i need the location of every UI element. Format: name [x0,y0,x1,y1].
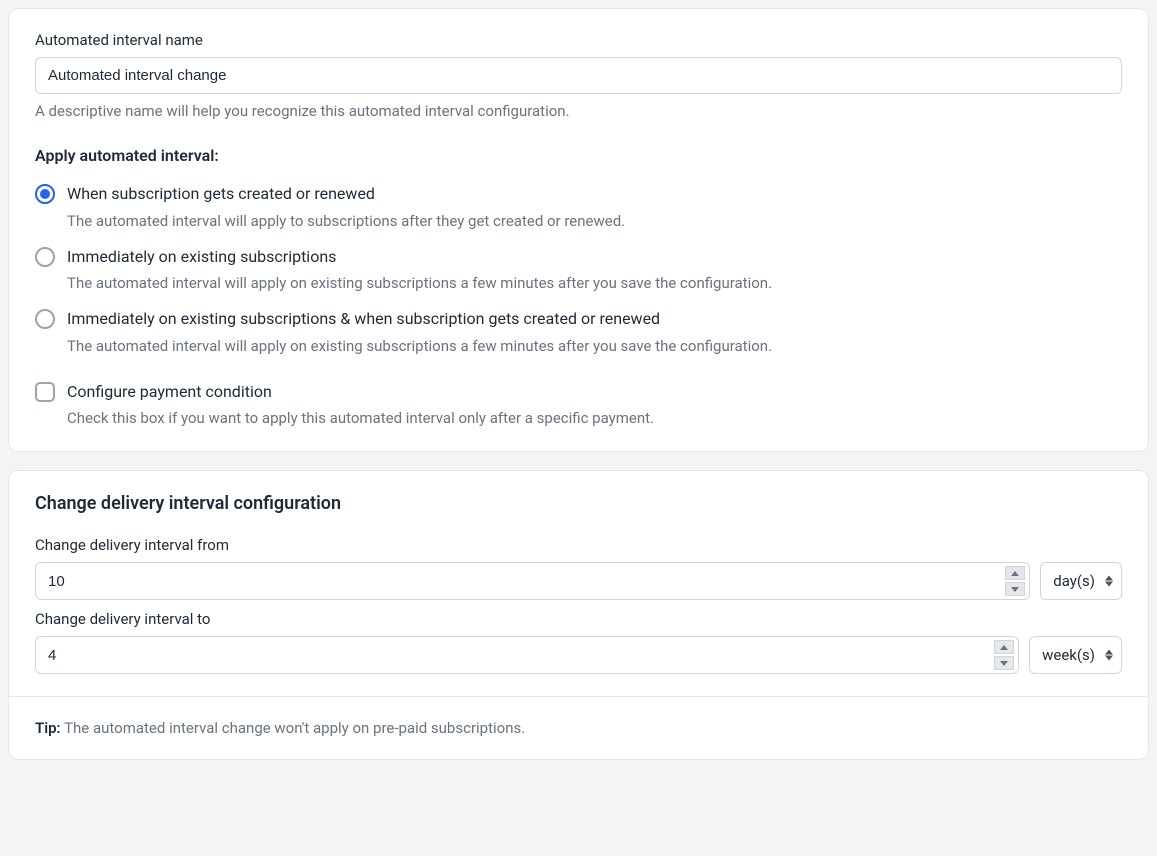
interval-name-label: Automated interval name [35,31,1122,49]
tip-label: Tip: [35,719,61,737]
tip-section: Tip: The automated interval change won't… [9,696,1148,759]
change-from-input-wrap [35,562,1030,600]
apply-option-desc: The automated interval will apply to sub… [67,211,1122,232]
spinner-down-icon[interactable] [1005,582,1025,596]
change-from-spinners [1005,566,1025,596]
change-from-label: Change delivery interval from [35,536,1122,554]
spinner-down-icon[interactable] [994,656,1014,670]
change-to-unit-select[interactable]: week(s) [1029,636,1122,674]
spinner-up-icon[interactable] [994,640,1014,654]
change-from-unit-select[interactable]: day(s) [1040,562,1122,600]
apply-option-created-renewed[interactable]: When subscription gets created or renewe… [35,183,1122,232]
change-interval-card: Change delivery interval configuration C… [8,470,1149,760]
apply-option-both[interactable]: Immediately on existing subscriptions & … [35,308,1122,357]
radio-both[interactable] [35,309,55,329]
apply-option-existing[interactable]: Immediately on existing subscriptions Th… [35,246,1122,295]
apply-options: When subscription gets created or renewe… [35,183,1122,357]
radio-existing[interactable] [35,247,55,267]
payment-condition-desc: Check this box if you want to apply this… [67,408,1122,429]
select-caret-icon [1105,650,1113,661]
change-to-spinners [994,640,1014,670]
interval-name-input[interactable] [35,57,1122,94]
radio-created-renewed[interactable] [35,184,55,204]
apply-option-label: Immediately on existing subscriptions & … [67,308,1122,330]
change-to-label: Change delivery interval to [35,610,1122,628]
tip-text: The automated interval change won't appl… [61,719,526,737]
apply-interval-label: Apply automated interval: [35,146,1122,165]
change-to-input-wrap [35,636,1019,674]
change-from-unit-label: day(s) [1053,572,1095,590]
payment-condition-row[interactable]: Configure payment condition Check this b… [35,381,1122,430]
payment-condition-checkbox[interactable] [35,382,55,402]
change-from-input[interactable] [36,564,1005,599]
apply-option-label: When subscription gets created or renewe… [67,183,1122,205]
change-to-input[interactable] [36,638,994,673]
payment-condition-label: Configure payment condition [67,381,1122,403]
apply-option-label: Immediately on existing subscriptions [67,246,1122,268]
spinner-up-icon[interactable] [1005,566,1025,580]
change-to-unit-label: week(s) [1042,646,1095,664]
apply-option-desc: The automated interval will apply on exi… [67,336,1122,357]
interval-name-hint: A descriptive name will help you recogni… [35,102,1122,120]
change-interval-title: Change delivery interval configuration [35,493,1122,514]
select-caret-icon [1105,576,1113,587]
apply-option-desc: The automated interval will apply on exi… [67,273,1122,294]
interval-name-card: Automated interval name A descriptive na… [8,8,1149,452]
